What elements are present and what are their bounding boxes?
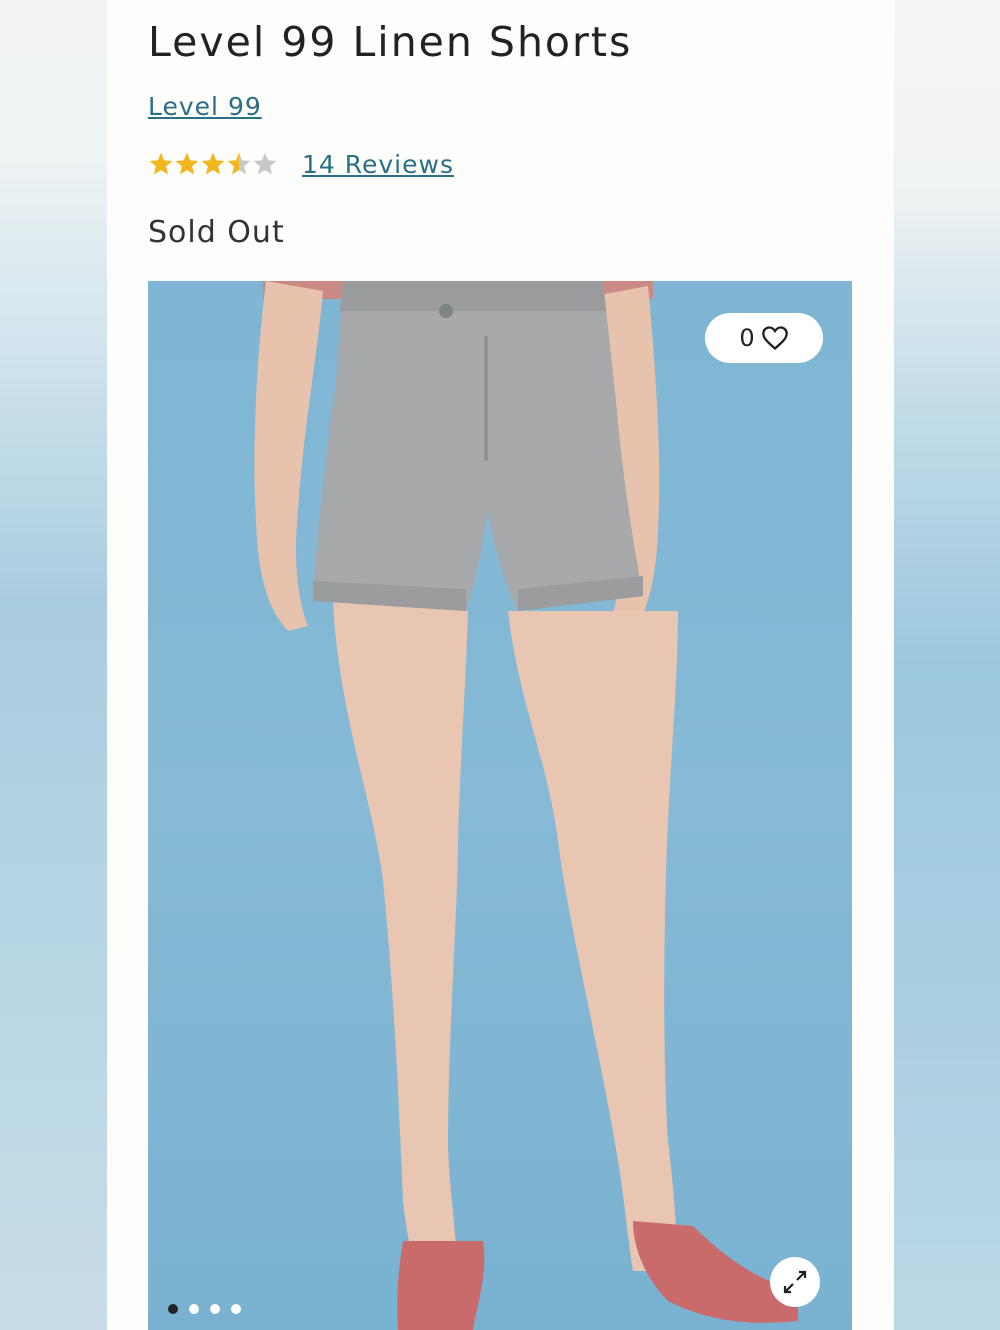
- star-icon: [149, 152, 173, 175]
- expand-image-button[interactable]: [770, 1257, 820, 1307]
- brand-link[interactable]: Level 99: [148, 92, 262, 121]
- background-left: [0, 0, 107, 1330]
- heart-icon: [761, 326, 788, 351]
- favorite-button[interactable]: 0: [705, 313, 823, 363]
- expand-arrows-icon: [783, 1270, 807, 1294]
- favorite-count: 0: [739, 324, 755, 352]
- product-image[interactable]: 0: [148, 281, 852, 1330]
- stock-status: Sold Out: [148, 215, 285, 250]
- pagination-dot[interactable]: [231, 1304, 241, 1314]
- pagination-dot[interactable]: [210, 1304, 220, 1314]
- product-card: Level 99 Linen Shorts Level 99 14 Review…: [107, 0, 894, 1330]
- star-icon: [201, 152, 225, 175]
- star-icon: [175, 152, 199, 175]
- gallery-pagination: [168, 1304, 241, 1314]
- star-icon: [227, 152, 251, 175]
- product-title: Level 99 Linen Shorts: [148, 18, 633, 66]
- background-right: [894, 0, 1000, 1330]
- pagination-dot[interactable]: [168, 1304, 178, 1314]
- reviews-link[interactable]: 14 Reviews: [302, 150, 454, 179]
- rating-stars: [148, 150, 278, 182]
- product-photo-illustration: [254, 281, 798, 1330]
- pagination-dot[interactable]: [189, 1304, 199, 1314]
- star-icon: [253, 152, 277, 175]
